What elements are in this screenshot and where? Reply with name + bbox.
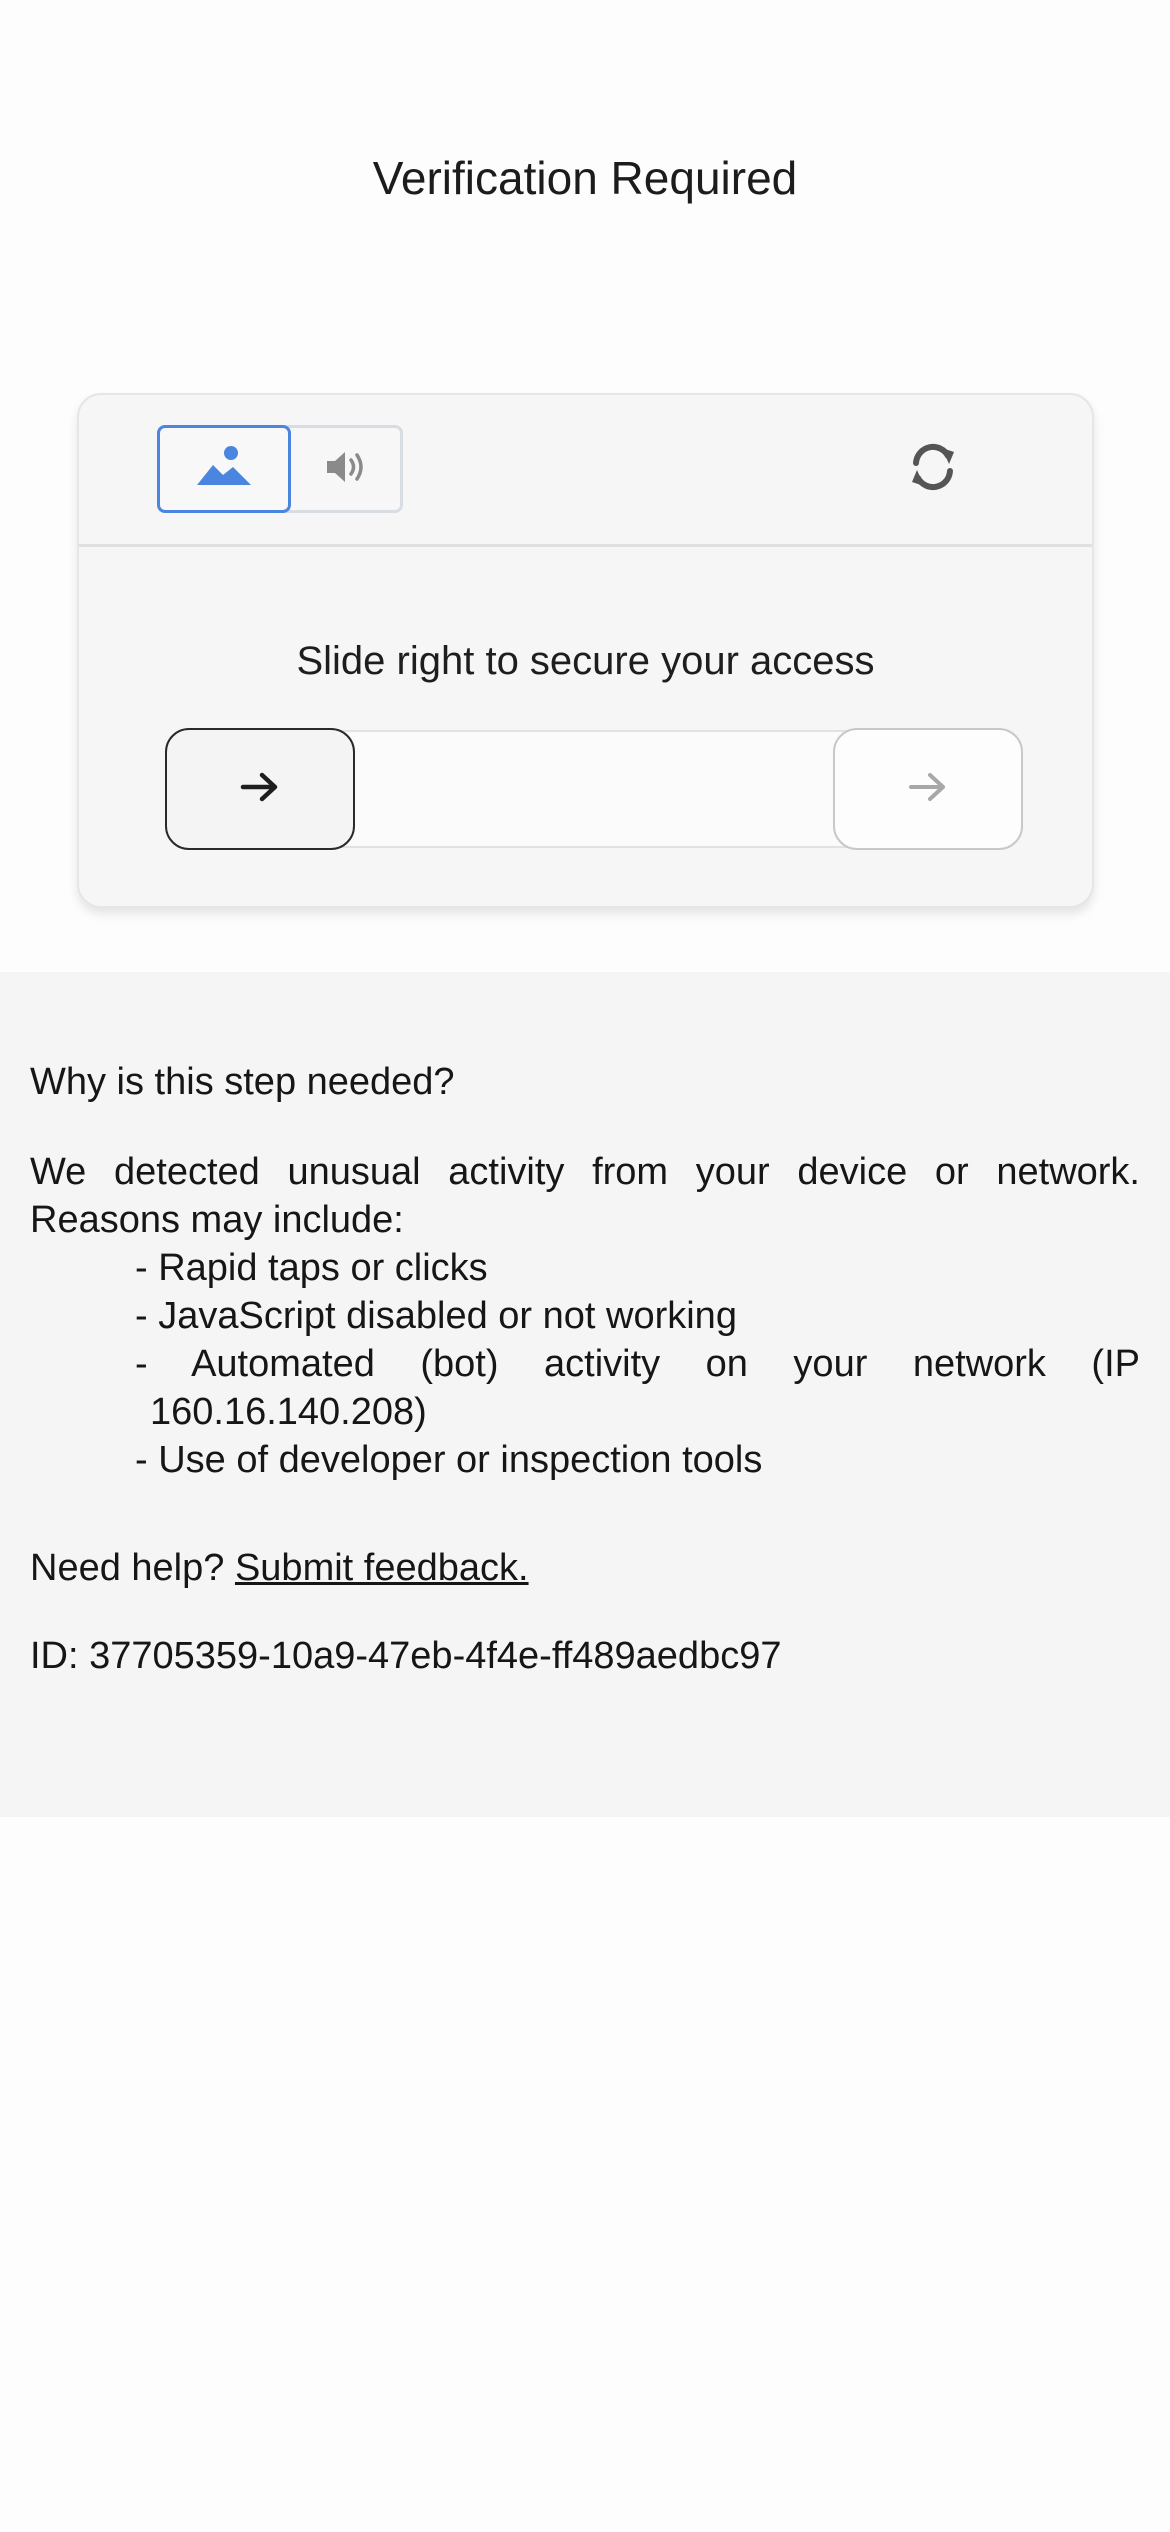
list-item: - Rapid taps or clicks (135, 1247, 488, 1289)
slider-target (833, 728, 1023, 850)
refresh-icon (904, 438, 962, 501)
audio-icon (323, 447, 371, 492)
captcha-mode-toggle (157, 425, 403, 513)
submit-feedback-link[interactable]: Submit feedback. (235, 1547, 529, 1589)
help-prefix: Need help? (30, 1547, 225, 1589)
refresh-button[interactable] (903, 439, 963, 499)
captcha-card: Slide right to secure your access (77, 393, 1094, 908)
list-item: - Use of developer or inspection tools (135, 1439, 763, 1481)
list-item: - JavaScript disabled or not working (135, 1295, 737, 1337)
captcha-toolbar (79, 395, 1092, 547)
image-icon (191, 441, 257, 498)
slider-instruction: Slide right to secure your access (296, 639, 875, 683)
why-heading: Why is this step needed? (30, 1061, 455, 1103)
audio-mode-button[interactable] (291, 425, 403, 513)
image-mode-button[interactable] (157, 425, 291, 513)
list-item: - Automated (bot) activity on your netwo… (135, 1343, 1140, 1433)
reason-list: - Rapid taps or clicks - JavaScript disa… (135, 1244, 1140, 1484)
page-title: Verification Required (372, 152, 798, 204)
arrow-right-icon (238, 769, 282, 810)
intro-text: We detected unusual activity from your d… (30, 1151, 1140, 1241)
help-line: Need help? Submit feedback. (30, 1544, 1140, 1592)
request-id: ID: 37705359-10a9-47eb-4f4e-ff489aedbc97 (30, 1635, 782, 1677)
info-panel: Why is this step needed? We detected unu… (0, 972, 1170, 1817)
slider-handle[interactable] (165, 728, 355, 850)
arrow-right-icon (906, 769, 950, 810)
